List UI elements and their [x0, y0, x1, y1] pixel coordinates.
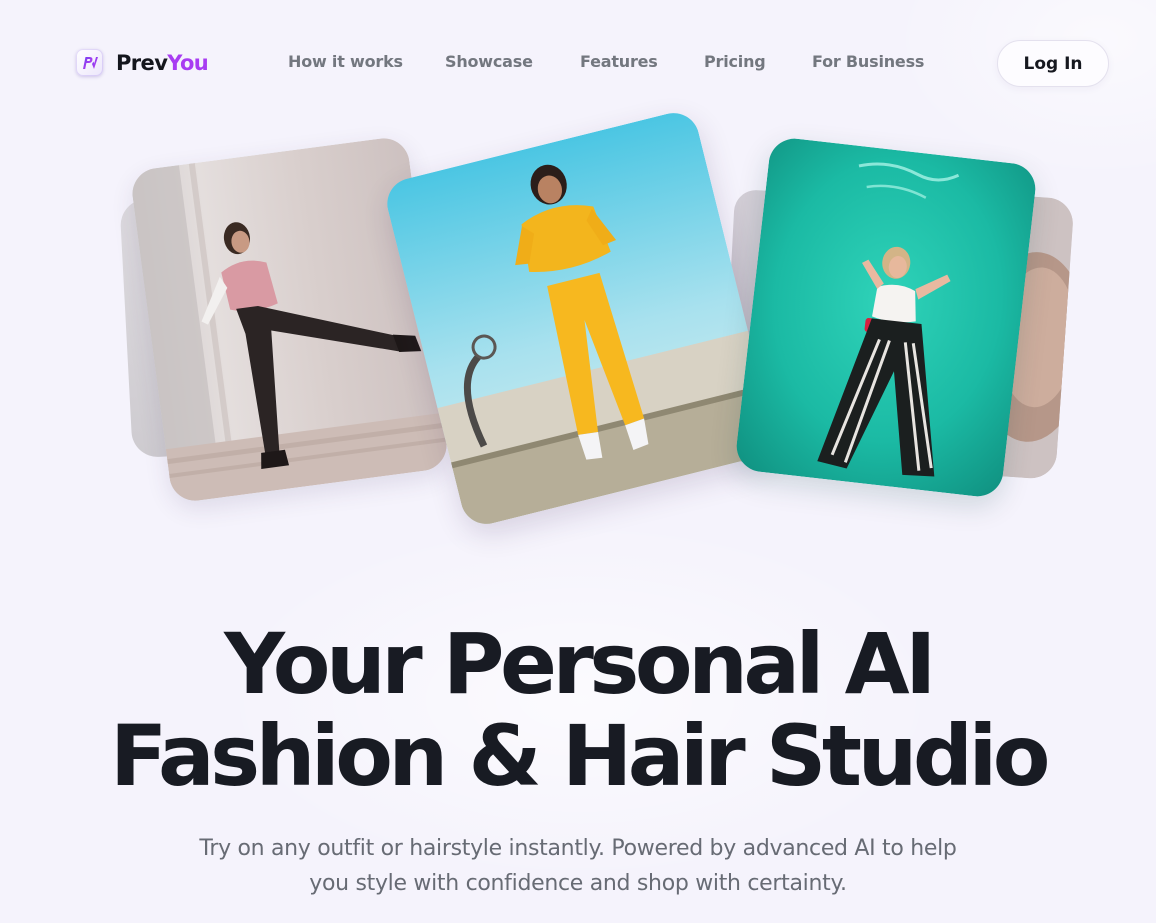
hero-subtitle: Try on any outfit or hairstyle instantly… — [0, 831, 1156, 901]
photo-card-striped-outfit — [733, 135, 1039, 500]
hero-title: Your Personal AI Fashion & Hair Studio — [0, 618, 1156, 802]
photo-striped-outfit-image — [733, 135, 1039, 500]
photo-card-yellow-outfit — [381, 107, 779, 530]
hero-subtitle-line-1: Try on any outfit or hairstyle instantly… — [199, 836, 957, 861]
photo-gallery — [0, 0, 1156, 560]
photo-yellow-outfit-image — [381, 107, 779, 530]
hero-title-line-1: Your Personal AI — [224, 615, 936, 713]
hero-subtitle-line-2: you style with confidence and shop with … — [309, 871, 847, 896]
hero-title-line-2: Fashion & Hair Studio — [109, 707, 1051, 805]
